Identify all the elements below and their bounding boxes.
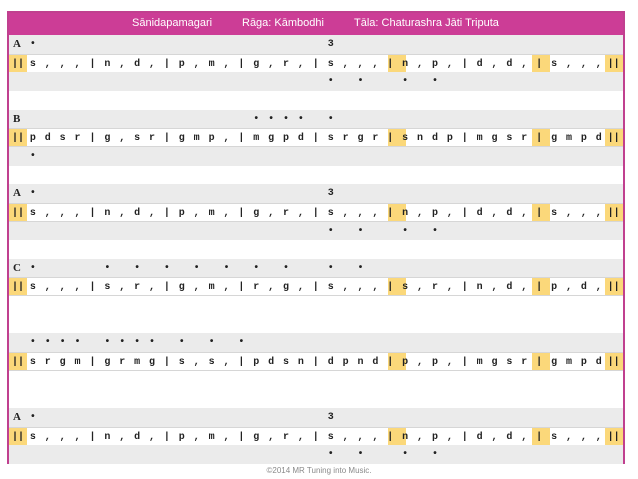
octave-dot: • — [253, 262, 260, 274]
spacer-row — [9, 314, 623, 334]
notation-row: || s,,, | s, r, | g, m, | r, g, | s,,, | s, r, | n, d, | p, d… — [9, 277, 623, 297]
notation-row: || s r g m | g r m g | s, s, | p d s n | d p n d | p, p, | m g s r | g m p… — [9, 352, 623, 372]
notation-row: || s,,, | n, d, | p, m, | g, r, | s,,, | n, p, | d, d, | s,,… — [9, 426, 623, 446]
marks-row: • • • • — [9, 221, 623, 241]
spacer-row — [9, 389, 623, 409]
octave-dot: • — [29, 39, 36, 50]
octave-dot: • — [283, 262, 290, 274]
octave-dot: • — [193, 262, 200, 274]
marks-row: • • • • • • • • • • • — [9, 333, 623, 353]
tala-label: Tāla: Chaturashra Jāti Triputa — [354, 17, 499, 29]
octave-dot: • — [297, 113, 304, 125]
note-cell: || — [607, 133, 620, 145]
marks-row: • — [9, 146, 623, 166]
octave-dot: • — [357, 225, 364, 237]
octave-dot: • — [327, 262, 334, 274]
composition-title: Sānidapamagari — [132, 17, 213, 29]
octave-dot: • — [29, 262, 36, 274]
section-label: A — [13, 411, 21, 423]
octave-dot: • — [402, 225, 409, 237]
octave-dot: • — [327, 225, 334, 237]
octave-dot: • — [223, 262, 230, 274]
notation-sheet: Sānidapamagari Rāga: Kāmbodhi Tāla: Chat… — [7, 11, 625, 465]
gati-marker: 3 — [327, 39, 334, 50]
notation-grid: A • 3 || s,,, | n, d, | p, m, | g, r, | s,,, | n, p, | d, d, |… — [9, 35, 623, 465]
notation-row: || s,,, | n, d, | p, m, | g, r, | s,,, | n, p, | d, d, | s,,… — [9, 202, 623, 222]
gati-marker: 3 — [327, 412, 334, 423]
octave-dot: • — [327, 76, 334, 88]
note-cell: || — [607, 431, 620, 443]
gati-marker: 3 — [327, 188, 334, 200]
octave-dot: • — [431, 225, 438, 237]
octave-dot: • — [431, 449, 438, 461]
note-cell: || — [607, 207, 620, 219]
marks-row: A • 3 — [9, 35, 623, 54]
octave-dot: • — [134, 262, 141, 274]
octave-dot: • — [104, 262, 111, 274]
marks-row: B • • • • • — [9, 109, 623, 129]
octave-dot: • — [178, 337, 185, 349]
marks-row: C • • • • • • • • • • — [9, 258, 623, 278]
note-cell: || — [607, 357, 620, 369]
octave-dot: • — [29, 150, 36, 162]
spacer-row — [9, 90, 623, 110]
marks-row: • • • • — [9, 445, 623, 465]
section-label: A — [13, 38, 21, 50]
notation-row: || p d s r | g, s r | g m p, | m g p d | s r g r | s n d p | m g s r | g m p… — [9, 128, 623, 148]
octave-dot: • — [238, 337, 245, 349]
section-label: C — [13, 261, 21, 274]
marks-row: A • 3 — [9, 408, 623, 427]
section-label: A — [13, 187, 21, 200]
octave-dot: • — [357, 262, 364, 274]
spacer-row — [9, 165, 623, 185]
copyright-footer: ©2014 MR Tuning into Music. — [266, 466, 372, 475]
octave-dot: • — [402, 449, 409, 461]
octave-dot: • — [208, 337, 215, 349]
notation-row: || s,,, | n, d, | p, m, | g, r, | s,,, | n, p, | d, d, | s,,… — [9, 53, 623, 73]
title-bar: Sānidapamagari Rāga: Kāmbodhi Tāla: Chat… — [9, 13, 623, 35]
octave-dot: • — [29, 188, 36, 200]
section-label: B — [13, 112, 21, 125]
octave-dot: • — [74, 337, 81, 349]
spacer-row — [9, 240, 623, 260]
note-cell: || — [607, 282, 620, 294]
raga-label: Rāga: Kāmbodhi — [242, 17, 324, 29]
marks-row: A • 3 — [9, 184, 623, 204]
octave-dot: • — [327, 113, 334, 125]
octave-dot: • — [431, 76, 438, 88]
octave-dot: • — [29, 412, 36, 423]
marks-row: • • • • — [9, 72, 623, 92]
octave-dot: • — [402, 76, 409, 88]
octave-dot: • — [357, 449, 364, 461]
octave-dot: • — [149, 337, 156, 349]
note-cell: || — [607, 58, 620, 70]
octave-dot: • — [163, 262, 170, 274]
octave-dot: • — [327, 449, 334, 461]
spacer-row — [9, 370, 623, 390]
octave-dot: • — [357, 76, 364, 88]
spacer-row — [9, 296, 623, 316]
